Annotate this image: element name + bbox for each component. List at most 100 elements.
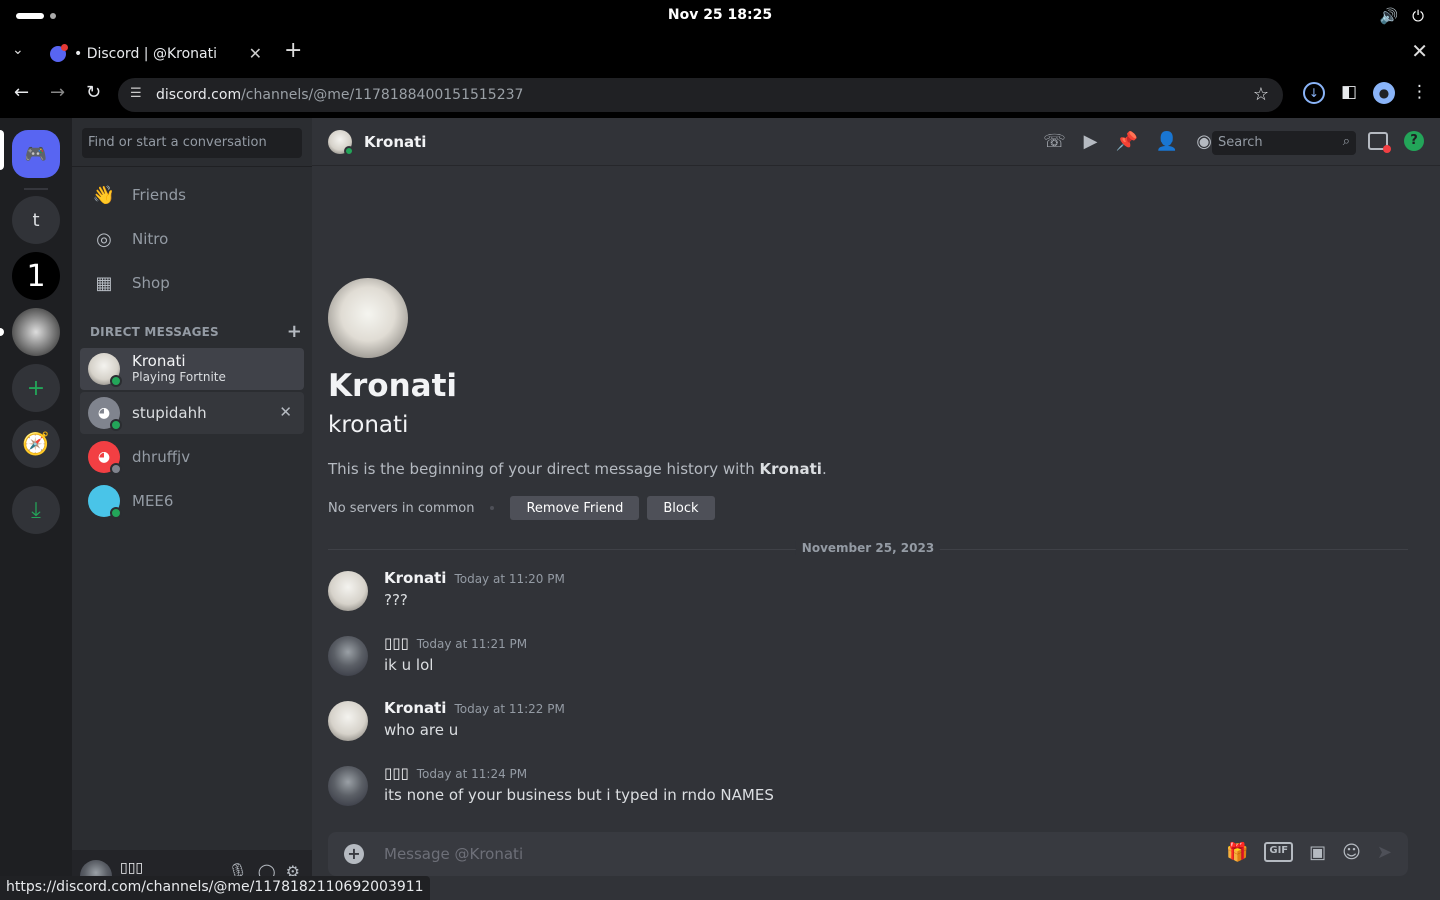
display-name: Kronati	[328, 368, 458, 404]
sticker-icon[interactable]: ▣	[1309, 842, 1326, 863]
avatar: ◕	[88, 441, 122, 475]
shop-icon: ▦	[95, 272, 113, 294]
url-host: discord.com	[156, 87, 242, 103]
dm-intro: Kronati kronati This is the beginning of…	[328, 278, 827, 520]
message-author[interactable]: Kronati	[384, 699, 446, 717]
emoji-icon[interactable]: ☺	[1342, 842, 1361, 863]
username: kronati	[328, 412, 409, 438]
add-server-button[interactable]: +	[12, 364, 60, 412]
bookmark-star-icon[interactable]: ☆	[1253, 84, 1269, 105]
message-avatar[interactable]	[328, 701, 368, 741]
back-icon[interactable]: ←	[14, 82, 29, 103]
message-avatar[interactable]	[328, 636, 368, 676]
search-input[interactable]: Search ⌕	[1212, 131, 1356, 155]
chat-title[interactable]: Kronati	[364, 133, 426, 151]
message-text: its none of your business but i typed in…	[384, 786, 774, 804]
online-status-icon	[110, 375, 122, 387]
avatar[interactable]	[328, 129, 354, 156]
close-dm-icon[interactable]: ✕	[279, 403, 292, 421]
dm-item-mee6[interactable]: MEE6	[80, 480, 304, 522]
attach-plus-icon[interactable]: +	[344, 844, 364, 864]
message-author[interactable]: Kronati	[384, 569, 446, 587]
speaker-icon[interactable]: 🔊	[1379, 7, 1398, 25]
dm-name: MEE6	[132, 492, 174, 510]
remove-friend-button[interactable]: Remove Friend	[510, 496, 640, 520]
sidebar-item-nitro[interactable]: ◎ Nitro	[80, 218, 304, 260]
close-window-icon[interactable]: ✕	[1411, 39, 1428, 63]
os-top-bar: Nov 25 18:25 🔊 ⏻	[0, 0, 1440, 32]
close-tab-icon[interactable]: ✕	[249, 44, 262, 63]
online-status-icon	[110, 507, 122, 519]
avatar: ◕	[88, 397, 122, 431]
server-avatar[interactable]	[12, 308, 60, 356]
tab-title: • Discord | @Kronati	[74, 46, 217, 62]
profile-icon[interactable]: ●	[1373, 82, 1395, 104]
download-icon[interactable]: ↓	[1302, 82, 1325, 104]
add-friends-to-dm-icon[interactable]: 👤	[1156, 131, 1178, 152]
dm-item-kronati[interactable]: Kronati Playing Fortnite	[80, 348, 304, 390]
message-author[interactable]: ▯▯▯	[384, 764, 409, 782]
message-input[interactable]: Message @Kronati	[384, 845, 523, 863]
date-divider: November 25, 2023	[328, 541, 1408, 555]
nav-label: Nitro	[132, 230, 169, 248]
forward-icon[interactable]: →	[50, 82, 65, 103]
gift-icon[interactable]: 🎁	[1226, 842, 1248, 863]
create-dm-plus-icon[interactable]: +	[287, 321, 302, 342]
browser-tab[interactable]: • Discord | @Kronati ✕	[40, 36, 270, 72]
side-panel-icon[interactable]: ◧	[1341, 82, 1357, 104]
message[interactable]: Kronati Today at 11:22 PM who are u	[328, 699, 1408, 749]
url-path: /channels/@me/1178188400151515237	[241, 87, 524, 103]
find-conversation-input[interactable]: Find or start a conversation	[82, 128, 302, 158]
download-icon: ⤓	[31, 497, 41, 523]
message[interactable]: Kronati Today at 11:20 PM ???	[328, 569, 1408, 619]
discord-default-avatar-icon: ◕	[97, 405, 111, 421]
server-t[interactable]: t	[12, 196, 60, 244]
url-field[interactable]: ☰ discord.com/channels/@me/1178188400151…	[118, 78, 1283, 112]
offline-status-icon	[110, 463, 122, 475]
nitro-icon: ◎	[96, 228, 112, 250]
inbox-icon[interactable]	[1368, 132, 1391, 153]
power-icon[interactable]: ⏻	[1412, 7, 1424, 25]
message[interactable]: ▯▯▯ Today at 11:24 PM its none of your bu…	[328, 764, 1408, 814]
block-button[interactable]: Block	[647, 496, 715, 520]
message-author[interactable]: ▯▯▯	[384, 634, 409, 652]
message-composer[interactable]: + Message @Kronati 🎁 GIF ▣ ☺ ➤	[328, 832, 1408, 876]
message[interactable]: ▯▯▯ Today at 11:21 PM ik u lol	[328, 634, 1408, 684]
server-separator	[24, 188, 48, 190]
dm-name: stupidahh	[132, 404, 207, 422]
voice-call-icon[interactable]: ☏	[1043, 131, 1066, 152]
intro-text: This is the beginning of your direct mes…	[328, 460, 827, 478]
help-icon[interactable]: ?	[1404, 131, 1424, 151]
mutual-servers[interactable]: No servers in common	[328, 501, 474, 516]
home-button[interactable]: 🎮	[12, 130, 60, 178]
send-icon[interactable]: ➤	[1377, 842, 1392, 863]
nav-label: Friends	[132, 186, 186, 204]
reload-icon[interactable]: ↻	[86, 82, 101, 103]
separator-dot	[490, 506, 495, 510]
chat-area: Kronati ☏ ▶ 📌 👤 ◉ Search ⌕ ? Kronati kro…	[312, 118, 1440, 900]
user-name[interactable]: ▯▯▯	[120, 860, 143, 876]
sidebar-item-friends[interactable]: 👋 Friends	[80, 174, 304, 216]
dm-item-stupidahh[interactable]: ◕ stupidahh ✕	[80, 392, 304, 434]
search-placeholder: Search	[1218, 135, 1263, 150]
pin-icon[interactable]: 📌	[1115, 131, 1137, 152]
clock[interactable]: Nov 25 18:25	[0, 7, 1440, 23]
date-label: November 25, 2023	[795, 541, 941, 555]
friends-icon: 👋	[92, 184, 116, 206]
message-avatar[interactable]	[328, 571, 368, 611]
dm-sidebar: Find or start a conversation 👋 Friends ◎…	[72, 118, 312, 900]
new-tab-button[interactable]: +	[284, 38, 302, 63]
video-call-icon[interactable]: ▶	[1084, 131, 1098, 152]
site-info-icon[interactable]: ☰	[130, 86, 142, 101]
user-profile-icon[interactable]: ◉	[1196, 131, 1212, 152]
server-1[interactable]: 1	[12, 252, 60, 300]
gif-icon[interactable]: GIF	[1264, 842, 1294, 862]
intro-prefix: This is the beginning of your direct mes…	[328, 460, 760, 478]
message-avatar[interactable]	[328, 766, 368, 806]
dm-item-dhruffjv[interactable]: ◕ dhruffjv	[80, 436, 304, 478]
explore-servers-button[interactable]: 🧭	[12, 420, 60, 468]
sidebar-item-shop[interactable]: ▦ Shop	[80, 262, 304, 304]
menu-kebab-icon[interactable]: ⋮	[1411, 82, 1428, 104]
download-apps-button[interactable]: ⤓	[12, 486, 60, 534]
tab-search-chevron-icon[interactable]: ⌄	[12, 42, 24, 58]
